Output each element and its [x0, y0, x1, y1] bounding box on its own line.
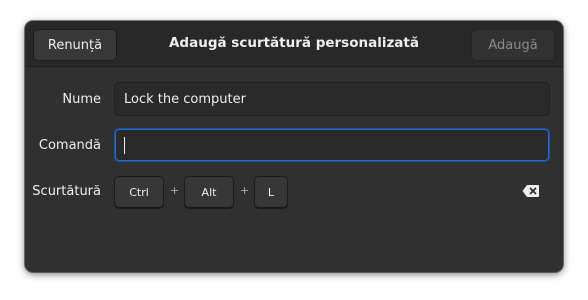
dialog-title: Adaugă scurtătură personalizată: [168, 35, 419, 51]
keycap-l: L: [254, 176, 288, 208]
add-custom-shortcut-dialog: Renunță Adaugă scurtătură personalizată …: [25, 21, 563, 272]
header-bar: Renunță Adaugă scurtătură personalizată …: [25, 21, 563, 67]
shortcut-label: Scurtătură: [32, 184, 101, 199]
keycap-alt: Alt: [184, 176, 234, 208]
cancel-button[interactable]: Renunță: [33, 29, 117, 61]
command-field[interactable]: [114, 128, 550, 162]
name-field-value: Lock the computer: [124, 91, 246, 107]
plus-separator: +: [240, 184, 250, 197]
text-cursor: [124, 136, 125, 154]
edit-clear-icon[interactable]: [522, 184, 540, 198]
command-label: Comandă: [38, 138, 101, 153]
plus-separator: +: [170, 184, 180, 197]
add-button[interactable]: Adaugă: [471, 29, 555, 61]
keycap-ctrl: Ctrl: [114, 176, 164, 208]
name-field[interactable]: Lock the computer: [114, 82, 550, 116]
name-label: Nume: [62, 92, 101, 107]
